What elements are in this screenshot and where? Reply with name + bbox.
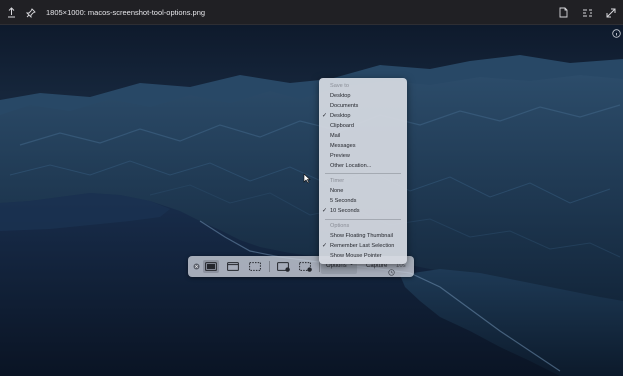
menu-item-show-floating-thumbnail[interactable]: Show Floating Thumbnail (319, 231, 407, 241)
wallpaper-landscape (0, 25, 623, 376)
text-scan-icon[interactable] (578, 0, 596, 25)
menu-item-show-mouse-pointer[interactable]: Show Mouse Pointer (319, 251, 407, 261)
menu-item-save-clipboard[interactable]: Clipboard (319, 121, 407, 131)
info-icon[interactable] (612, 29, 621, 38)
menu-item-save-preview[interactable]: Preview (319, 151, 407, 161)
upload-icon[interactable] (2, 0, 20, 25)
record-selection-button[interactable] (297, 260, 314, 273)
menu-item-save-messages[interactable]: Messages (319, 141, 407, 151)
menu-heading-timer: Timer (330, 178, 345, 184)
document-icon[interactable] (554, 0, 572, 25)
menu-item-timer-10-seconds[interactable]: ✓ 10 Seconds (319, 206, 407, 216)
menu-item-save-documents[interactable]: Documents (319, 101, 407, 111)
menu-item-save-mail[interactable]: Mail (319, 131, 407, 141)
timer-icon (388, 263, 395, 276)
menu-item-timer-5-seconds[interactable]: 5 Seconds (319, 196, 407, 206)
file-title: 1805×1000: macos-screenshot-tool-options… (46, 8, 206, 17)
record-entire-screen-button[interactable] (275, 260, 292, 273)
screenshot-canvas (0, 25, 623, 376)
checkmark-icon: ✓ (322, 208, 328, 214)
viewer-toolbar: 1805×1000: macos-screenshot-tool-options… (0, 0, 623, 25)
menu-item-save-other-location[interactable]: Other Location... (319, 161, 407, 171)
menu-item-timer-none[interactable]: None (319, 186, 407, 196)
menu-heading-save-to: Save to (330, 83, 349, 89)
menu-separator (325, 173, 401, 174)
expand-icon[interactable] (602, 0, 620, 25)
capture-entire-screen-button[interactable] (203, 260, 219, 273)
menu-item-remember-last-selection[interactable]: ✓ Remember Last Selection (319, 241, 407, 251)
checkmark-icon: ✓ (322, 243, 328, 249)
pin-icon[interactable] (22, 0, 40, 25)
menu-heading-options: Options (330, 223, 350, 229)
close-icon[interactable] (192, 260, 201, 273)
menu-separator (325, 219, 401, 220)
toolbar-divider (269, 261, 270, 272)
capture-window-button[interactable] (225, 260, 241, 273)
mouse-pointer-icon (303, 173, 311, 184)
options-menu: Save to Desktop Documents ✓ Desktop Clipb… (319, 78, 407, 264)
menu-item-save-desktop[interactable]: Desktop (319, 91, 407, 101)
checkmark-icon: ✓ (322, 113, 328, 119)
capture-selection-button[interactable] (247, 260, 263, 273)
menu-item-save-desktop-selected[interactable]: ✓ Desktop (319, 111, 407, 121)
